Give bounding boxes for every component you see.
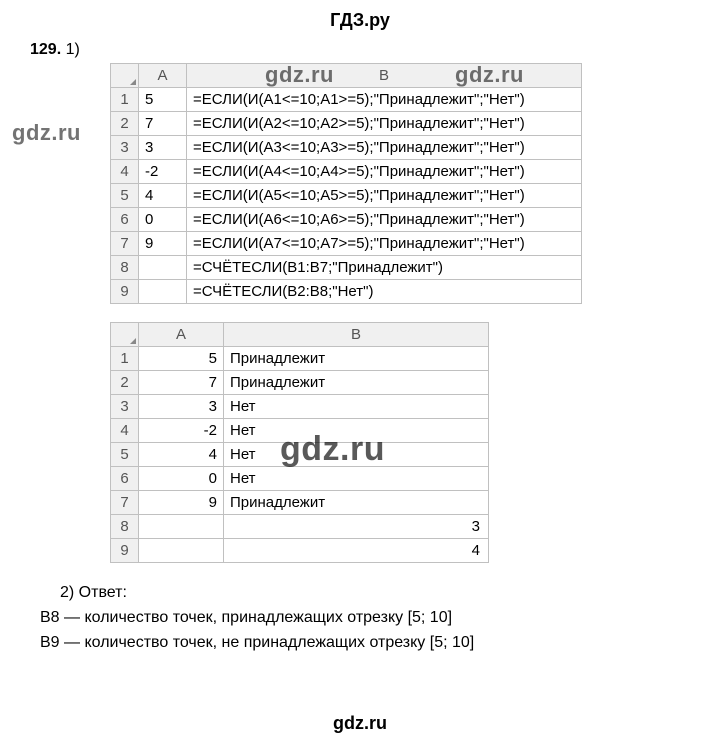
- row-header[interactable]: 8: [111, 256, 139, 280]
- cell-a[interactable]: 0: [139, 208, 187, 232]
- select-all-corner[interactable]: [111, 323, 139, 347]
- row-header[interactable]: 7: [111, 491, 139, 515]
- cell-b[interactable]: =ЕСЛИ(И(A5<=10;A5>=5);"Принадлежит";"Нет…: [187, 184, 582, 208]
- cell-a[interactable]: 3: [139, 395, 224, 419]
- row-header[interactable]: 9: [111, 539, 139, 563]
- row-header[interactable]: 2: [111, 112, 139, 136]
- cell-a[interactable]: 0: [139, 467, 224, 491]
- cell-a[interactable]: 9: [139, 232, 187, 256]
- cell-b[interactable]: Принадлежит: [224, 347, 489, 371]
- cell-b[interactable]: 4: [224, 539, 489, 563]
- cell-a[interactable]: 5: [139, 347, 224, 371]
- cell-a[interactable]: 9: [139, 491, 224, 515]
- cell-b[interactable]: =ЕСЛИ(И(A1<=10;A1>=5);"Принадлежит";"Нет…: [187, 88, 582, 112]
- cell-b[interactable]: Нет: [224, 419, 489, 443]
- cell-b[interactable]: =ЕСЛИ(И(A3<=10;A3>=5);"Принадлежит";"Нет…: [187, 136, 582, 160]
- row-header[interactable]: 1: [111, 347, 139, 371]
- table-row: 27Принадлежит: [111, 371, 489, 395]
- table-row: 79=ЕСЛИ(И(A7<=10;A7>=5);"Принадлежит";"Н…: [111, 232, 582, 256]
- cell-a[interactable]: [139, 256, 187, 280]
- table-row: 60=ЕСЛИ(И(A6<=10;A6>=5);"Принадлежит";"Н…: [111, 208, 582, 232]
- cell-b[interactable]: =ЕСЛИ(И(A2<=10;A2>=5);"Принадлежит";"Нет…: [187, 112, 582, 136]
- table-row: 27=ЕСЛИ(И(A2<=10;A2>=5);"Принадлежит";"Н…: [111, 112, 582, 136]
- row-header[interactable]: 6: [111, 467, 139, 491]
- row-header[interactable]: 4: [111, 160, 139, 184]
- table-row: 54Нет: [111, 443, 489, 467]
- task-heading: 129. 1): [20, 41, 700, 59]
- task-number: 129.: [30, 41, 61, 58]
- row-header[interactable]: 5: [111, 184, 139, 208]
- col-header-b[interactable]: B: [187, 64, 582, 88]
- page-footer: gdz.ru: [0, 713, 720, 734]
- row-header[interactable]: 8: [111, 515, 139, 539]
- table-row: 79Принадлежит: [111, 491, 489, 515]
- row-header[interactable]: 5: [111, 443, 139, 467]
- cell-a[interactable]: 4: [139, 184, 187, 208]
- row-header[interactable]: 2: [111, 371, 139, 395]
- answer-heading: 2) Ответ:: [40, 581, 700, 606]
- cell-b[interactable]: =СЧЁТЕСЛИ(B2:B8;"Нет"): [187, 280, 582, 304]
- table-row: 54=ЕСЛИ(И(A5<=10;A5>=5);"Принадлежит";"Н…: [111, 184, 582, 208]
- table-row: 94: [111, 539, 489, 563]
- cell-b[interactable]: 3: [224, 515, 489, 539]
- row-header[interactable]: 6: [111, 208, 139, 232]
- col-header-b[interactable]: B: [224, 323, 489, 347]
- page-header: ГДЗ.ру: [20, 10, 700, 31]
- answer-line-b8: B8 — количество точек, принадлежащих отр…: [40, 606, 700, 631]
- cell-a[interactable]: [139, 515, 224, 539]
- answer-line-b9: B9 — количество точек, не принадлежащих …: [40, 631, 700, 656]
- table-row: 15Принадлежит: [111, 347, 489, 371]
- row-header[interactable]: 4: [111, 419, 139, 443]
- cell-a[interactable]: 4: [139, 443, 224, 467]
- spreadsheet-results: A B 15Принадлежит27Принадлежит33Нет4-2Не…: [110, 322, 489, 563]
- cell-b[interactable]: =ЕСЛИ(И(A4<=10;A4>=5);"Принадлежит";"Нет…: [187, 160, 582, 184]
- table-row: 83: [111, 515, 489, 539]
- cell-b[interactable]: Принадлежит: [224, 491, 489, 515]
- cell-a[interactable]: 7: [139, 112, 187, 136]
- table-row: 60Нет: [111, 467, 489, 491]
- cell-b[interactable]: Нет: [224, 467, 489, 491]
- cell-b[interactable]: Принадлежит: [224, 371, 489, 395]
- cell-b[interactable]: =ЕСЛИ(И(A7<=10;A7>=5);"Принадлежит";"Нет…: [187, 232, 582, 256]
- table-row: 8 =СЧЁТЕСЛИ(B1:B7;"Принадлежит"): [111, 256, 582, 280]
- row-header[interactable]: 3: [111, 136, 139, 160]
- spreadsheet-formulas: A B 15=ЕСЛИ(И(A1<=10;A1>=5);"Принадлежит…: [110, 63, 582, 304]
- cell-b[interactable]: =СЧЁТЕСЛИ(B1:B7;"Принадлежит"): [187, 256, 582, 280]
- cell-b[interactable]: Нет: [224, 443, 489, 467]
- task-part1: 1): [66, 41, 80, 58]
- table-row: 4-2Нет: [111, 419, 489, 443]
- col-header-a[interactable]: A: [139, 323, 224, 347]
- cell-a[interactable]: [139, 280, 187, 304]
- row-header[interactable]: 3: [111, 395, 139, 419]
- cell-a[interactable]: 5: [139, 88, 187, 112]
- cell-b[interactable]: =ЕСЛИ(И(A6<=10;A6>=5);"Принадлежит";"Нет…: [187, 208, 582, 232]
- cell-a[interactable]: -2: [139, 419, 224, 443]
- cell-a[interactable]: 7: [139, 371, 224, 395]
- cell-b[interactable]: Нет: [224, 395, 489, 419]
- table-row: 33=ЕСЛИ(И(A3<=10;A3>=5);"Принадлежит";"Н…: [111, 136, 582, 160]
- table-row: 15=ЕСЛИ(И(A1<=10;A1>=5);"Принадлежит";"Н…: [111, 88, 582, 112]
- cell-a[interactable]: [139, 539, 224, 563]
- cell-a[interactable]: -2: [139, 160, 187, 184]
- cell-a[interactable]: 3: [139, 136, 187, 160]
- row-header[interactable]: 9: [111, 280, 139, 304]
- table-row: 9 =СЧЁТЕСЛИ(B2:B8;"Нет"): [111, 280, 582, 304]
- col-header-a[interactable]: A: [139, 64, 187, 88]
- row-header[interactable]: 7: [111, 232, 139, 256]
- table-row: 4-2=ЕСЛИ(И(A4<=10;A4>=5);"Принадлежит";"…: [111, 160, 582, 184]
- row-header[interactable]: 1: [111, 88, 139, 112]
- watermark-text: gdz.ru: [12, 120, 81, 146]
- select-all-corner[interactable]: [111, 64, 139, 88]
- answer-block: 2) Ответ: B8 — количество точек, принадл…: [20, 581, 700, 655]
- table-row: 33Нет: [111, 395, 489, 419]
